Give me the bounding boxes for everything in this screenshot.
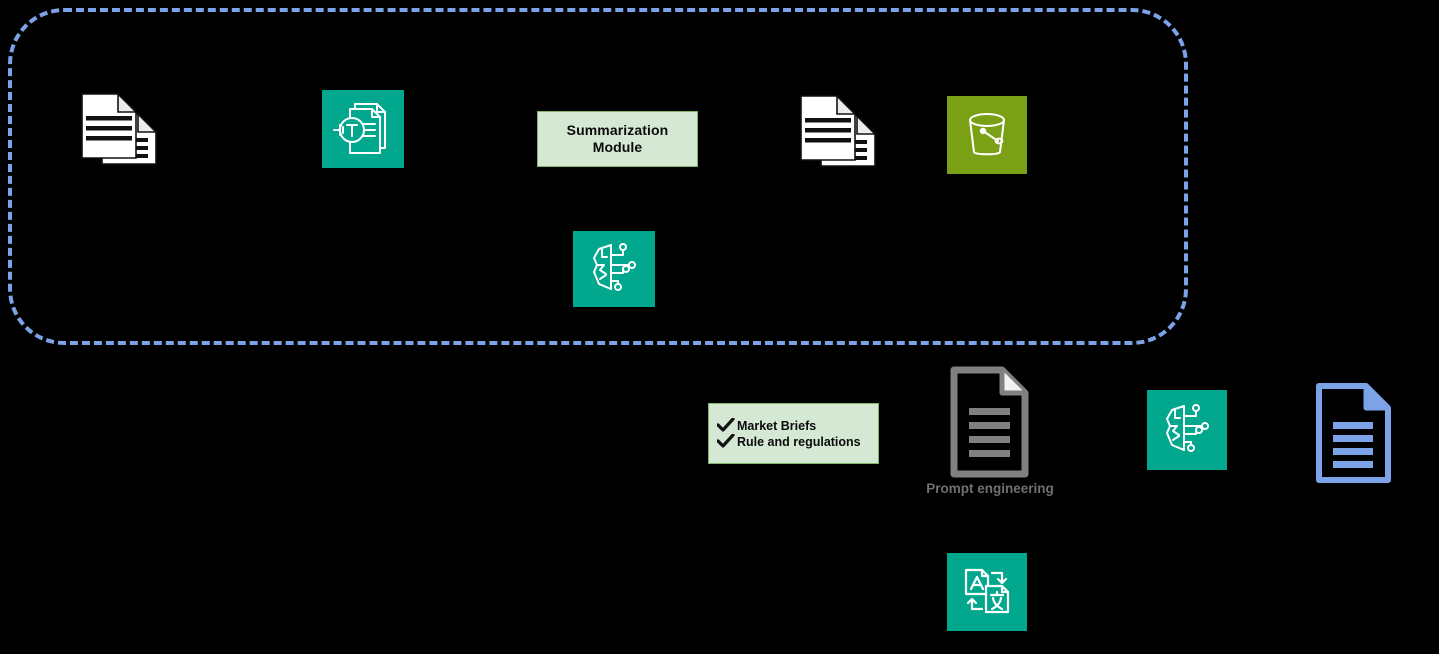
storage-bucket-icon xyxy=(969,113,1005,156)
checklist: Market Briefs Rule and regulations xyxy=(717,418,861,449)
text-extraction-service-tile xyxy=(322,90,404,168)
checklist-item-label: Rule and regulations xyxy=(737,434,861,449)
prompt-engineering-document-icon xyxy=(947,366,1032,478)
translate-service-tile xyxy=(947,553,1027,631)
checkmark-icon xyxy=(717,434,735,448)
summarization-module-label: Summarization Module xyxy=(567,122,669,156)
ai-model-tile-bottom xyxy=(1147,390,1227,470)
output-document-icon xyxy=(1314,382,1394,484)
ai-model-tile-top xyxy=(573,231,655,307)
language-translate-icon xyxy=(964,568,1010,614)
document-text-extraction-icon xyxy=(333,103,386,154)
checklist-item: Rule and regulations xyxy=(717,434,861,449)
document-lines-icon xyxy=(950,366,1029,478)
summarization-module-label-line2: Module xyxy=(592,139,643,155)
document-lines-icon xyxy=(1316,383,1391,483)
ai-brain-circuit-icon xyxy=(593,243,636,291)
checklist-item-label: Market Briefs xyxy=(737,418,817,433)
summary-documents-stack-icon xyxy=(795,88,887,176)
prompt-engineering-caption: Prompt engineering xyxy=(926,481,1054,496)
diagram-canvas: Summarization Module Market Briefs Rule … xyxy=(0,0,1439,654)
knowledge-checklist-panel: Market Briefs Rule and regulations xyxy=(708,403,879,464)
summarization-module-label-line1: Summarization xyxy=(566,122,669,138)
source-documents-stack-icon xyxy=(76,86,168,174)
ai-brain-circuit-icon xyxy=(1166,404,1209,452)
documents-stack-icon xyxy=(81,92,158,165)
storage-bucket-tile xyxy=(947,96,1027,174)
documents-stack-icon xyxy=(800,94,877,167)
summarization-module-box: Summarization Module xyxy=(537,111,698,167)
checkmark-icon xyxy=(717,418,735,432)
checklist-item: Market Briefs xyxy=(717,418,861,433)
